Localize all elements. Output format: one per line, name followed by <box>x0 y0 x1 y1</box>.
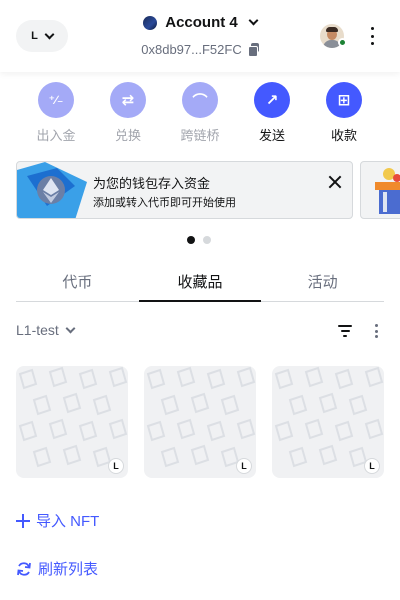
nft-tile[interactable]: L <box>144 366 256 478</box>
sort-filter-icon[interactable] <box>338 325 352 337</box>
nft-network-badge: L <box>364 458 380 474</box>
bridge-icon: ⌒ <box>182 82 218 118</box>
import-nft-link[interactable]: 导入 NFT <box>16 510 99 531</box>
qr-code-icon: ⊞ <box>326 82 362 118</box>
avatar-hair <box>326 27 338 32</box>
account-identicon-icon <box>143 15 158 30</box>
carousel-dot-active[interactable] <box>187 236 195 244</box>
fund-wallet-banner[interactable]: 为您的钱包存入资金 添加或转入代币即可开始使用 <box>16 161 353 219</box>
network-filter-label: L1-test <box>16 322 59 338</box>
next-banner-card[interactable] <box>360 161 400 219</box>
chevron-down-icon <box>248 15 259 26</box>
account-address: 0x8db97...F52FC <box>141 41 242 57</box>
chevron-down-icon <box>65 323 76 333</box>
plus-icon <box>16 513 30 528</box>
close-icon[interactable] <box>327 174 343 190</box>
collectibles-menu-icon[interactable] <box>368 323 384 339</box>
receive-label: 收款 <box>330 128 357 143</box>
bridge-label: 跨链桥 <box>180 128 220 143</box>
tab-activity[interactable]: 活动 <box>261 262 384 301</box>
receive-button[interactable]: ⊞ 收款 <box>310 82 378 144</box>
wallet-actions: ⁺∕₋ 出入金 ⇄ 兑换 ⌒ 跨链桥 ↗ 发送 ⊞ 收款 <box>22 82 378 144</box>
banner-subtitle: 添加或转入代币即可开始使用 <box>93 197 236 209</box>
tab-tokens[interactable]: 代币 <box>16 262 139 301</box>
send-button[interactable]: ↗ 发送 <box>238 82 306 144</box>
swap-button[interactable]: ⇄ 兑换 <box>94 82 162 144</box>
import-nft-label: 导入 NFT <box>36 513 100 530</box>
account-name: Account 4 <box>165 14 238 31</box>
asset-tabs: 代币 收藏品 活动 <box>16 262 384 302</box>
connected-status-dot <box>338 38 347 47</box>
carousel-dots <box>187 236 211 244</box>
swap-icon: ⇄ <box>110 82 146 118</box>
send-label: 发送 <box>258 128 285 143</box>
buy-sell-icon: ⁺∕₋ <box>38 82 74 118</box>
network-filter[interactable]: L1-test <box>16 322 76 338</box>
refresh-icon <box>17 561 31 576</box>
account-selector[interactable]: Account 4 <box>143 14 259 31</box>
swap-label: 兑换 <box>114 128 141 143</box>
send-arrow-icon: ↗ <box>254 82 290 118</box>
banner-title: 为您的钱包存入资金 <box>93 176 211 191</box>
global-menu-icon[interactable] <box>362 27 382 45</box>
nft-network-badge: L <box>236 458 252 474</box>
buy-sell-label: 出入金 <box>36 128 76 143</box>
carousel-dot[interactable] <box>203 236 211 244</box>
nft-tile[interactable]: L <box>16 366 128 478</box>
refresh-list-label: 刷新列表 <box>38 561 99 578</box>
nft-network-badge: L <box>108 458 124 474</box>
buy-sell-button[interactable]: ⁺∕₋ 出入金 <box>22 82 90 144</box>
app-header: L Account 4 0x8db97...F52FC <box>0 0 400 72</box>
gift-card-icon <box>375 168 400 214</box>
copy-icon <box>247 43 259 57</box>
bridge-button[interactable]: ⌒ 跨链桥 <box>166 82 234 144</box>
account-address-copy[interactable]: 0x8db97...F52FC <box>141 41 259 57</box>
refresh-list-link[interactable]: 刷新列表 <box>16 558 98 579</box>
tab-collectibles[interactable]: 收藏品 <box>138 262 262 302</box>
nft-tile[interactable]: L <box>272 366 384 478</box>
